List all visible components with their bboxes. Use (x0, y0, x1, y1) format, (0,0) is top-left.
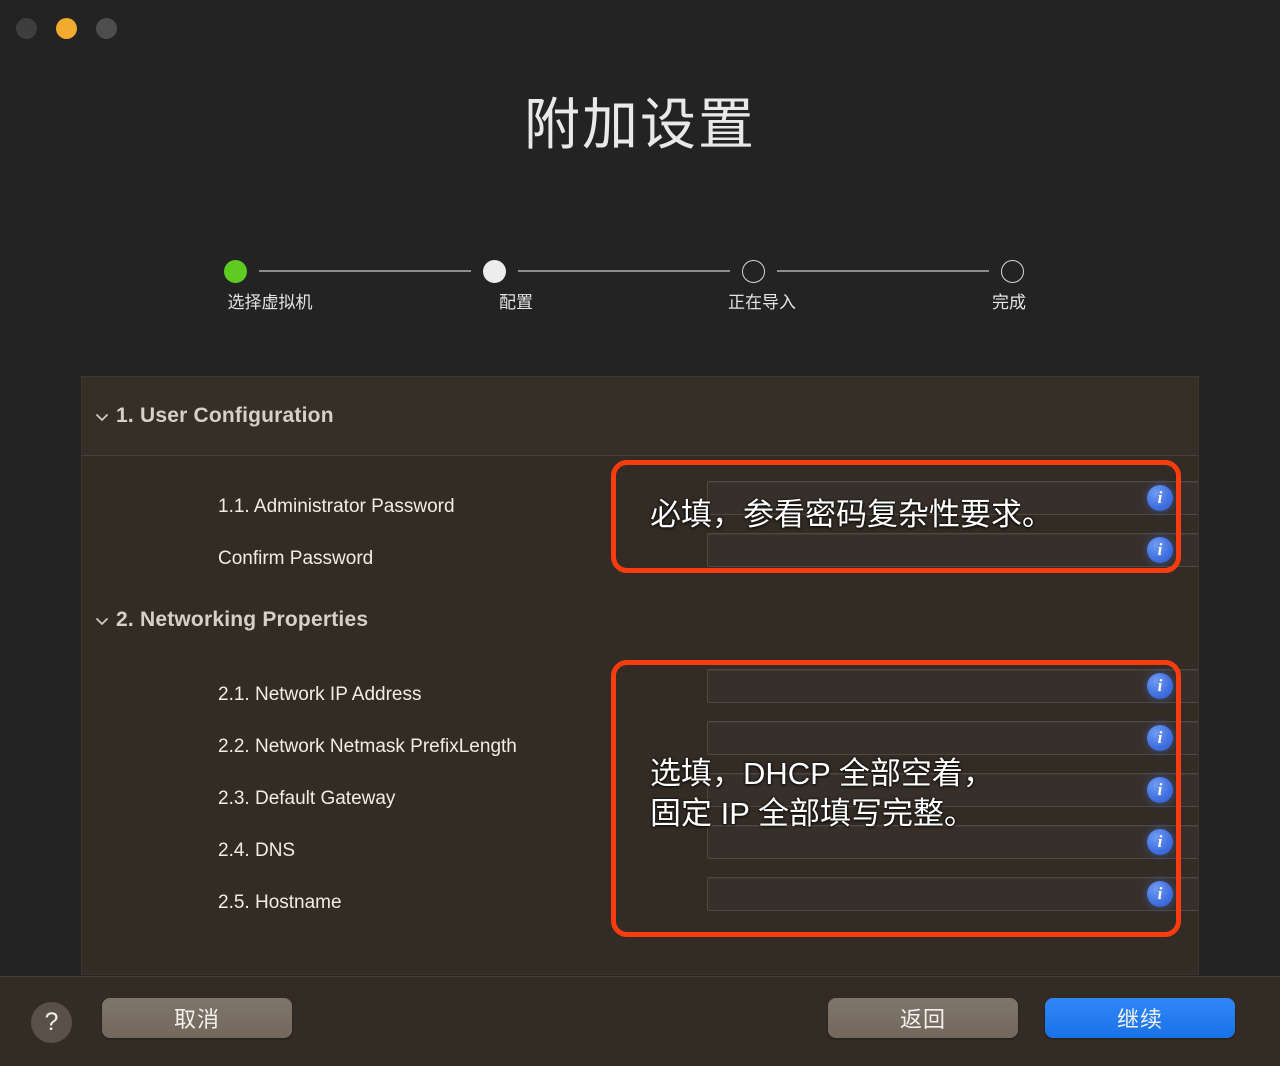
info-icon-hostname[interactable]: i (1147, 881, 1173, 907)
field-label-administrator-password: 1.1. Administrator Password (218, 496, 455, 517)
step-connector (518, 270, 730, 272)
window-controls (16, 18, 117, 39)
stepper-track (224, 256, 1024, 286)
stepper-labels: 选择虚拟机 配置 正在导入 完成 (224, 288, 1027, 316)
step-connector (777, 270, 989, 272)
step-label-configure: 配置 (499, 293, 533, 312)
cancel-button[interactable]: 取消 (102, 998, 292, 1038)
footer-bar: ? 取消 返回 继续 (0, 976, 1280, 1066)
info-icon-network-ip-address[interactable]: i (1147, 673, 1173, 699)
properties-panel: 1. User Configuration 1.1. Administrator… (81, 376, 1199, 975)
close-button-icon[interactable] (16, 18, 37, 39)
input-hostname[interactable] (707, 877, 1198, 911)
step-label-finish: 完成 (992, 293, 1026, 312)
minimize-button-icon[interactable] (56, 18, 77, 39)
zoom-button-icon[interactable] (96, 18, 117, 39)
step-dot-importing (742, 259, 765, 283)
chevron-down-icon[interactable] (94, 613, 110, 629)
annotation-text-password: 必填，参看密码复杂性要求。 (650, 497, 1053, 532)
back-button[interactable]: 返回 (828, 998, 1018, 1038)
step-dot-configure (483, 259, 506, 283)
section-title: 1. User Configuration (116, 404, 334, 427)
section-header-networking-properties[interactable]: 2. Networking Properties (82, 583, 1198, 657)
field-label-network-netmask-prefixlength: 2.2. Network Netmask PrefixLength (218, 736, 517, 757)
help-button[interactable]: ? (31, 1002, 72, 1043)
field-label-hostname: 2.5. Hostname (218, 892, 342, 913)
app-window: 附加设置 选择虚拟机 配置 正在导入 完成 1. User Configurat… (0, 0, 1280, 1066)
input-network-ip-address[interactable] (707, 669, 1198, 703)
input-network-netmask-prefixlength[interactable] (707, 721, 1198, 755)
field-label-network-ip-address: 2.1. Network IP Address (218, 684, 422, 705)
info-icon-administrator-password[interactable]: i (1147, 485, 1173, 511)
field-label-confirm-password: Confirm Password (218, 548, 374, 569)
section-title: 2. Networking Properties (116, 608, 369, 631)
info-icon-confirm-password[interactable]: i (1147, 537, 1173, 563)
step-label-importing: 正在导入 (728, 293, 796, 312)
step-dot-finish (1001, 259, 1024, 283)
field-label-default-gateway: 2.3. Default Gateway (218, 788, 396, 809)
step-dot-select-vm (224, 259, 247, 283)
input-confirm-password[interactable] (707, 533, 1198, 567)
page-title: 附加设置 (524, 93, 756, 156)
wizard-stepper: 选择虚拟机 配置 正在导入 完成 (224, 256, 1027, 326)
section-body-networking-properties: 2.1. Network IP Address 2.2. Network Net… (82, 657, 1198, 957)
continue-button[interactable]: 继续 (1045, 998, 1235, 1038)
info-icon-dns[interactable]: i (1147, 829, 1173, 855)
field-label-dns: 2.4. DNS (218, 840, 296, 861)
step-connector (259, 270, 471, 272)
annotation-text-networking: 选填，DHCP 全部空着， 固定 IP 全部填写完整。 (650, 756, 994, 831)
info-icon-default-gateway[interactable]: i (1147, 777, 1173, 803)
info-icon-network-netmask-prefixlength[interactable]: i (1147, 725, 1173, 751)
chevron-down-icon[interactable] (94, 409, 110, 425)
section-header-user-configuration[interactable]: 1. User Configuration (82, 377, 1198, 456)
step-label-select-vm: 选择虚拟机 (227, 293, 313, 312)
